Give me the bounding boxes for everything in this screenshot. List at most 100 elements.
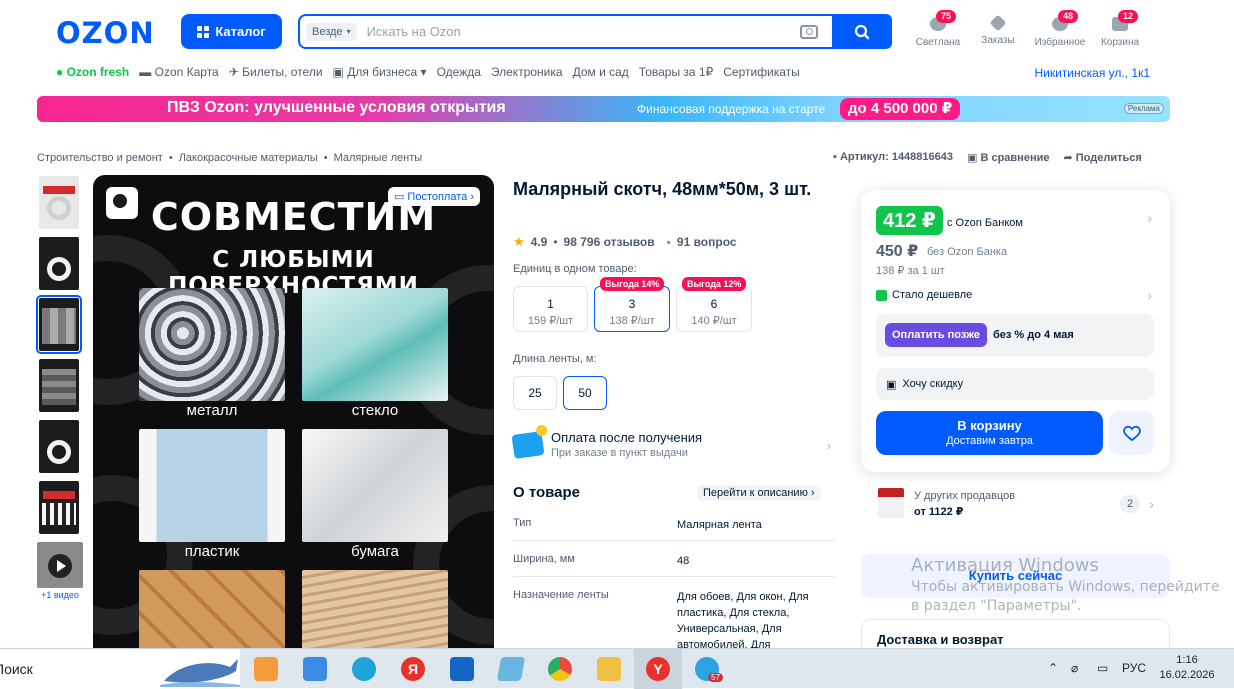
favorites-label: Избранное bbox=[1034, 37, 1086, 48]
nav-item-electronics[interactable]: Электроника bbox=[491, 65, 563, 79]
clock-date: 16.02.2026 bbox=[1159, 669, 1215, 681]
length-option-25[interactable]: 25 bbox=[513, 376, 557, 410]
battery-icon[interactable]: ▭ bbox=[1097, 661, 1108, 675]
chevron-up-icon[interactable]: ⌃ bbox=[1048, 661, 1058, 675]
unit-count: 1 bbox=[547, 297, 554, 311]
nav-label: Ozon fresh bbox=[66, 65, 130, 79]
breadcrumb-item[interactable]: Малярные ленты bbox=[334, 152, 423, 164]
breadcrumb-item[interactable]: Строительство и ремонт bbox=[37, 152, 163, 164]
favorite-button[interactable] bbox=[1109, 411, 1154, 455]
media-player-icon[interactable] bbox=[254, 657, 278, 681]
store-icon[interactable] bbox=[303, 657, 327, 681]
search-button[interactable] bbox=[832, 14, 892, 49]
chat-icon: ▪ bbox=[833, 151, 837, 163]
pay-after-receipt[interactable]: Оплата после получения При заказе в пунк… bbox=[511, 429, 833, 465]
thumbnail-active[interactable] bbox=[36, 295, 82, 354]
thumbnail[interactable] bbox=[39, 481, 79, 534]
box-icon bbox=[989, 14, 1007, 32]
thumbnail[interactable] bbox=[39, 176, 79, 229]
nav-item-certificates[interactable]: Сертификаты bbox=[723, 65, 800, 79]
language-indicator[interactable]: РУС bbox=[1122, 661, 1146, 675]
price-dropped-label: Стало дешевле bbox=[892, 289, 973, 301]
search-scope-select[interactable]: Везде ▾ bbox=[306, 22, 357, 41]
video-thumbnail[interactable] bbox=[37, 542, 83, 588]
pay-later[interactable]: Оплатить позже без % до 4 мая bbox=[876, 314, 1154, 357]
yandex-icon[interactable]: Y bbox=[646, 657, 670, 681]
promo-banner[interactable]: ПВЗ Ozon: улучшенные условия открытия Фи… bbox=[37, 96, 1170, 122]
header-favorites[interactable]: 48 Избранное bbox=[1030, 10, 1090, 48]
main-product-image[interactable]: ▭ Постоплата › СОВМЕСТИМ С ЛЮБЫМИ ПОВЕРХ… bbox=[93, 175, 494, 648]
add-to-cart-button[interactable]: В корзину Доставим завтра bbox=[876, 411, 1103, 455]
other-sellers-price: от 1122 ₽ bbox=[914, 506, 964, 518]
nav-label: Билеты, отели bbox=[242, 65, 323, 79]
header-cart[interactable]: 12 Корзина bbox=[1090, 10, 1150, 48]
units-label: Единиц в одном товаре: bbox=[513, 263, 637, 275]
catalog-button[interactable]: Каталог bbox=[181, 14, 282, 49]
nav-item-business[interactable]: ▣ Для бизнеса ▾ bbox=[333, 65, 427, 79]
header-orders[interactable]: Заказы bbox=[968, 14, 1028, 46]
price-dropped[interactable]: Стало дешевле bbox=[876, 289, 972, 301]
camera-icon[interactable] bbox=[800, 24, 818, 39]
nav-item-ozon-fresh[interactable]: ● Ozon fresh bbox=[56, 65, 129, 79]
arrow-down-icon bbox=[876, 289, 887, 301]
article-number[interactable]: ▪ Артикул: 1448816643 bbox=[833, 151, 953, 164]
spec-key: Ширина, мм bbox=[513, 553, 575, 565]
card-coin-icon bbox=[511, 431, 545, 459]
header-user[interactable]: 75 Светлана bbox=[908, 10, 968, 48]
thumb-pic bbox=[42, 369, 76, 405]
notes-icon[interactable] bbox=[496, 657, 526, 681]
length-option-50[interactable]: 50 bbox=[563, 376, 607, 410]
breadcrumb-item[interactable]: Лакокрасочные материалы bbox=[179, 152, 318, 164]
with-bank-label: с Ozon Банком bbox=[947, 217, 1023, 229]
discount-tag: Выгода 14% bbox=[600, 277, 665, 291]
spec-row: Тип Малярная лента bbox=[513, 517, 835, 541]
questions-link[interactable]: 91 вопрос bbox=[677, 235, 737, 249]
thumbnail[interactable] bbox=[39, 237, 79, 290]
nav-label: Ozon Карта bbox=[154, 65, 219, 79]
tape-roll-icon bbox=[47, 196, 71, 220]
tile-label: бумага bbox=[351, 543, 399, 560]
taskbar-search-label: Поиск bbox=[0, 661, 33, 677]
file-explorer-icon[interactable] bbox=[597, 657, 621, 681]
taskbar-search[interactable]: Поиск bbox=[0, 649, 240, 689]
thumbnail[interactable] bbox=[39, 359, 79, 412]
pay-later-button[interactable]: Оплатить позже bbox=[885, 323, 987, 347]
user-badge: 75 bbox=[936, 10, 957, 23]
banner-headline: ПВЗ Ozon: улучшенные условия открытия bbox=[167, 99, 506, 116]
product-title: Малярный скотч, 48мм*50м, 3 шт. bbox=[513, 179, 812, 199]
go-to-description-link[interactable]: Перейти к описанию › bbox=[697, 485, 821, 501]
thumb-pic bbox=[42, 503, 76, 525]
edge-icon[interactable] bbox=[352, 657, 376, 681]
nav-item-clothes[interactable]: Одежда bbox=[437, 65, 481, 79]
chrome-icon[interactable] bbox=[548, 657, 572, 681]
want-discount[interactable]: ▣ Хочу скидку bbox=[876, 368, 1154, 400]
compare-button[interactable]: ▣ В сравнение bbox=[967, 151, 1049, 164]
activation-title: Активация Windows bbox=[911, 555, 1099, 576]
tile-cardboard bbox=[302, 570, 448, 648]
video-label[interactable]: +1 видео bbox=[37, 590, 83, 600]
nav-item-1rub[interactable]: Товары за 1₽ bbox=[639, 65, 713, 79]
outlook-icon[interactable] bbox=[450, 657, 474, 681]
want-discount-label: Хочу скидку bbox=[902, 378, 964, 390]
clock[interactable]: 1:16 16.02.2026 bbox=[1159, 653, 1215, 683]
unit-option-6[interactable]: Выгода 12% 6 140 ₽/шт bbox=[676, 277, 752, 332]
other-sellers[interactable]: У других продавцов от 1122 ₽ 2 › bbox=[861, 483, 1170, 527]
chevron-right-icon: › bbox=[827, 439, 831, 453]
reviews-link[interactable]: 98 796 отзывов bbox=[564, 235, 655, 249]
telegram-badge: 57 bbox=[708, 673, 723, 682]
delivery-address[interactable]: Никитинская ул., 1к1 bbox=[1034, 66, 1150, 80]
windows-activation-watermark: Активация Windows Чтобы активировать Win… bbox=[911, 555, 1231, 616]
nav-item-tickets[interactable]: ✈ Билеты, отели bbox=[229, 65, 323, 79]
compare-icon: ▣ bbox=[967, 152, 978, 164]
ozon-logo[interactable]: OZON bbox=[56, 16, 155, 50]
network-off-icon[interactable]: ⌀ bbox=[1071, 661, 1078, 675]
nav-item-ozon-card[interactable]: ▬ Ozon Карта bbox=[139, 65, 218, 79]
price-with-bank[interactable]: 412 ₽ bbox=[876, 206, 943, 235]
share-button[interactable]: ➦ Поделиться bbox=[1063, 151, 1141, 164]
nav-item-home[interactable]: Дом и сад bbox=[573, 65, 629, 79]
yandex-browser-icon[interactable]: Я bbox=[401, 657, 425, 681]
thumbnail[interactable] bbox=[39, 420, 79, 473]
search-input[interactable] bbox=[356, 24, 800, 39]
unit-option-3[interactable]: Выгода 14% 3 138 ₽/шт bbox=[594, 277, 670, 332]
unit-option-1[interactable]: 1 159 ₽/шт bbox=[513, 286, 588, 332]
